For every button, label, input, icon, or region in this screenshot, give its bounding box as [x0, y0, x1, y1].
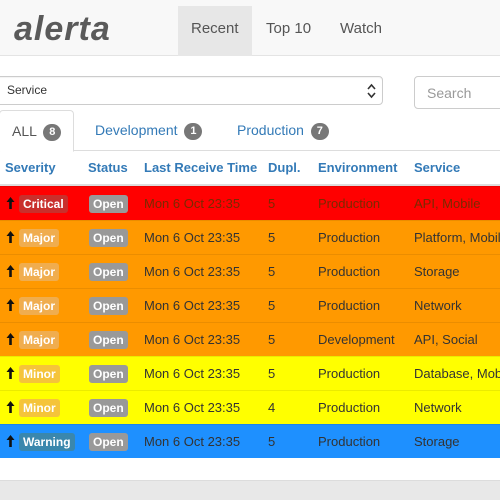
table-row[interactable]: Major Open Mon 6 Oct 23:35 5 Production Platf…: [0, 220, 500, 254]
service: Storage: [414, 434, 460, 449]
environment-tabs: ALL 8 Development 1 Production 7: [0, 110, 500, 152]
column-header-environment[interactable]: Environment: [318, 160, 397, 175]
column-header-last-receive-time[interactable]: Last Receive Time: [144, 160, 257, 175]
service-select[interactable]: Service: [0, 76, 383, 105]
environment: Production: [318, 366, 381, 381]
tab-count-badge: 7: [310, 123, 329, 140]
tab-count-badge: 8: [43, 124, 62, 141]
severity-badge: Major: [19, 297, 60, 315]
duplicate-count: 5: [268, 230, 276, 245]
table-row[interactable]: Minor Open Mon 6 Oct 23:35 5 Production Datab…: [0, 356, 500, 390]
duplicate-count: 5: [268, 298, 276, 313]
tab-label: Development: [95, 122, 178, 138]
arrow-up-icon: [6, 231, 15, 243]
top-navbar: alerta Recent Top 10 Watch: [0, 0, 500, 56]
service: Platform, Mobile: [414, 230, 500, 245]
table-row[interactable]: Critical Open Mon 6 Oct 23:35 5 Production AP…: [0, 186, 500, 220]
duplicate-count: 4: [268, 400, 276, 415]
status-badge: Open: [89, 399, 128, 417]
tab-development[interactable]: Development 1: [83, 110, 214, 151]
table-row[interactable]: Minor Open Mon 6 Oct 23:35 4 Production Netwo…: [0, 390, 500, 424]
select-arrows-icon: [367, 83, 376, 99]
environment: Development: [318, 332, 395, 347]
arrow-up-icon: [6, 333, 15, 345]
search-placeholder: Search: [427, 85, 472, 101]
environment: Production: [318, 264, 381, 279]
status-badge: Open: [89, 263, 128, 281]
service: Network: [414, 298, 462, 313]
last-receive-time: Mon 6 Oct 23:35: [144, 366, 241, 381]
tab-label: ALL: [12, 123, 37, 139]
duplicate-count: 5: [268, 264, 276, 279]
severity-badge: Major: [19, 331, 60, 349]
select-value: Service: [7, 83, 48, 97]
arrow-up-icon: [6, 401, 15, 413]
environment: Production: [318, 298, 381, 313]
status-badge: Open: [89, 365, 128, 383]
last-receive-time: Mon 6 Oct 23:35: [144, 332, 241, 347]
last-receive-time: Mon 6 Oct 23:35: [144, 298, 241, 313]
severity-badge: Major: [19, 263, 60, 281]
alerta-logo: alerta: [14, 11, 111, 47]
duplicate-count: 5: [268, 196, 276, 211]
service: API, Mobile: [414, 196, 481, 211]
table-row[interactable]: Major Open Mon 6 Oct 23:35 5 Development API,…: [0, 322, 500, 356]
duplicate-count: 5: [268, 332, 276, 347]
arrow-up-icon: [6, 197, 15, 209]
severity-badge: Minor: [19, 365, 60, 383]
status-badge: Open: [89, 331, 128, 349]
arrow-up-icon: [6, 367, 15, 379]
column-header-service[interactable]: Service: [414, 160, 460, 175]
last-receive-time: Mon 6 Oct 23:35: [144, 434, 241, 449]
severity-badge: Major: [19, 229, 60, 247]
service: Network: [414, 400, 462, 415]
arrow-up-icon: [6, 299, 15, 311]
service: Storage: [414, 264, 460, 279]
brand-logo[interactable]: alerta: [12, 11, 167, 47]
duplicate-count: 5: [268, 434, 276, 449]
last-receive-time: Mon 6 Oct 23:35: [144, 264, 241, 279]
last-receive-time: Mon 6 Oct 23:35: [144, 196, 241, 211]
severity-badge: Minor: [19, 399, 60, 417]
service: Database, Mobile: [414, 366, 500, 381]
arrow-up-icon: [6, 265, 15, 277]
search-input[interactable]: Search: [414, 76, 500, 109]
severity-badge: Warning: [19, 433, 75, 451]
environment: Production: [318, 196, 381, 211]
environment: Production: [318, 400, 381, 415]
column-header-status[interactable]: Status: [88, 160, 128, 175]
nav-top-10[interactable]: Top 10: [253, 6, 324, 56]
status-badge: Open: [89, 297, 128, 315]
nav-recent[interactable]: Recent: [178, 6, 252, 56]
environment: Production: [318, 230, 381, 245]
tab-all[interactable]: ALL 8: [0, 110, 75, 152]
tab-production[interactable]: Production 7: [225, 110, 341, 151]
brand-text: alerta: [14, 11, 111, 47]
environment: Production: [318, 434, 381, 449]
table-row[interactable]: Major Open Mon 6 Oct 23:35 5 Production Netwo…: [0, 288, 500, 322]
severity-badge: Critical: [19, 195, 68, 213]
last-receive-time: Mon 6 Oct 23:35: [144, 230, 241, 245]
status-badge: Open: [89, 229, 128, 247]
table-row[interactable]: Major Open Mon 6 Oct 23:35 5 Production Stora…: [0, 254, 500, 288]
footer-bar: [0, 480, 500, 500]
nav-watch[interactable]: Watch: [327, 6, 395, 56]
last-receive-time: Mon 6 Oct 23:35: [144, 400, 241, 415]
status-badge: Open: [89, 433, 128, 451]
service: API, Social: [414, 332, 478, 347]
tab-count-badge: 1: [184, 123, 203, 140]
tab-label: Production: [237, 122, 304, 138]
column-header-severity[interactable]: Severity: [5, 160, 56, 175]
table-row[interactable]: Warning Open Mon 6 Oct 23:35 5 Production Sto…: [0, 424, 500, 458]
arrow-up-icon: [6, 435, 15, 447]
column-header-duplicates[interactable]: Dupl.: [268, 160, 301, 175]
status-badge: Open: [89, 195, 128, 213]
duplicate-count: 5: [268, 366, 276, 381]
